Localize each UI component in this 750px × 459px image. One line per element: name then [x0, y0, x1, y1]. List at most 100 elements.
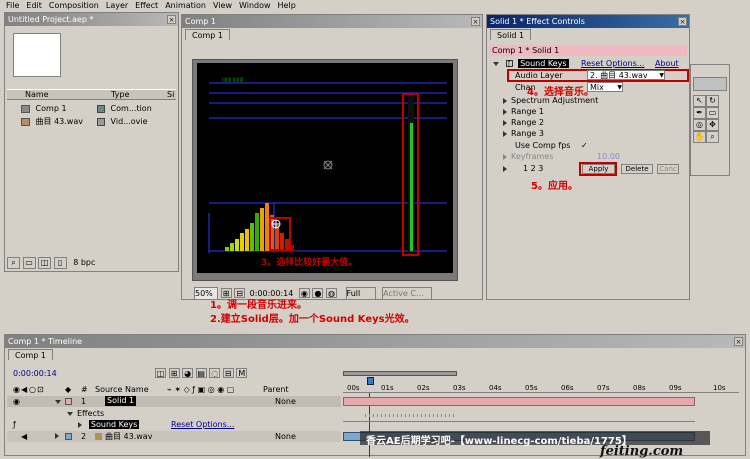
prop-range-3[interactable]: Range 3: [503, 128, 544, 139]
new-comp-icon[interactable]: ◫: [38, 257, 52, 269]
eye-icon[interactable]: ◉: [13, 384, 20, 395]
close-icon[interactable]: ×: [471, 17, 480, 26]
delete-button[interactable]: Delete: [621, 164, 653, 174]
menu-file[interactable]: File: [6, 0, 19, 11]
effect-row[interactable]: ƒ Sound Keys: [13, 419, 140, 430]
comp-mini-icon[interactable]: ◫: [155, 368, 166, 378]
expand-icon[interactable]: [503, 153, 507, 160]
col-type[interactable]: Type: [111, 90, 129, 100]
apply-button[interactable]: Apply: [582, 164, 615, 174]
menu-help[interactable]: Help: [278, 0, 296, 11]
comp-canvas[interactable]: ||||||| |||||||| 3。选择比较好最大值。: [197, 63, 453, 273]
menu-layer[interactable]: Layer: [106, 0, 128, 11]
eye-icon[interactable]: ◉: [13, 396, 20, 407]
table-row[interactable]: ◉ 1 Solid 1 None: [7, 396, 341, 407]
menu-window[interactable]: Window: [239, 0, 271, 11]
effect-reset-link[interactable]: Reset Options...: [171, 419, 234, 430]
resolution-dropdown[interactable]: Full: [345, 287, 376, 300]
rotate-tool-icon[interactable]: ↻: [706, 95, 719, 107]
effect-row-sound-keys[interactable]: ƒ Sound Keys: [493, 58, 569, 69]
work-area-bar[interactable]: [343, 371, 457, 376]
solo-icon[interactable]: ○: [29, 384, 36, 395]
layer-parent[interactable]: None: [275, 431, 296, 442]
tab-solid-1[interactable]: Solid 1: [490, 29, 532, 40]
effects-group[interactable]: Effects: [67, 408, 104, 419]
lock-icon[interactable]: ⊡: [37, 384, 44, 395]
prop-spectrum-adjustment[interactable]: Spectrum Adjustment: [503, 95, 598, 106]
table-row[interactable]: ◀ 2 曲目 43.wav None: [7, 431, 341, 442]
list-item[interactable]: Comp 1: [21, 103, 67, 114]
orbit-tool-icon[interactable]: ◎: [693, 119, 706, 131]
cancel-button[interactable]: Canc: [657, 164, 679, 174]
pan-tool-icon[interactable]: ✥: [706, 119, 719, 131]
expand-icon[interactable]: [67, 411, 73, 416]
col-num[interactable]: #: [81, 384, 88, 395]
bpc-label[interactable]: 8 bpc: [73, 258, 95, 267]
col-size[interactable]: Si: [167, 90, 174, 100]
expand-icon[interactable]: [503, 97, 507, 104]
close-icon[interactable]: ×: [734, 337, 743, 346]
mask-tool-icon[interactable]: ▭: [706, 107, 719, 119]
expand-icon[interactable]: [503, 108, 507, 115]
col-source[interactable]: Source Name: [95, 384, 149, 395]
time-ruler[interactable]: 00s 01s 02s 03s 04s 05s 06s 07s 08s 09s …: [343, 371, 739, 393]
menu-effect[interactable]: Effect: [135, 0, 158, 11]
about-link[interactable]: About: [655, 58, 679, 69]
fx-icon[interactable]: ƒ: [505, 60, 513, 67]
label-icon[interactable]: ◆: [65, 384, 71, 395]
list-item[interactable]: 曲目 43.wav: [21, 116, 83, 127]
label-color[interactable]: [65, 398, 72, 405]
project-titlebar[interactable]: Untitled Project.aep * ×: [5, 13, 178, 26]
hand-tool-icon[interactable]: ✋: [693, 131, 706, 143]
show-snapshot-icon[interactable]: ●: [312, 288, 324, 298]
effect-controls-titlebar[interactable]: Solid 1 * Effect Controls ×: [487, 15, 689, 28]
range-checkboxes[interactable]: 1 2 3: [503, 163, 543, 174]
draft-3d-icon[interactable]: ⊞: [168, 368, 180, 378]
timeline-titlebar[interactable]: Comp 1 * Timeline ×: [5, 335, 745, 348]
use-comp-fps-checkbox[interactable]: ✓: [581, 140, 588, 151]
pen-tool-icon[interactable]: ✒: [693, 107, 706, 119]
prop-range-2[interactable]: Range 2: [503, 117, 544, 128]
close-icon[interactable]: ×: [678, 17, 687, 26]
keyframes-value[interactable]: 10.00: [597, 151, 620, 162]
audio-layer-dropdown[interactable]: 2. 曲目 43.wav ▼: [587, 70, 665, 80]
col-name[interactable]: Name: [25, 90, 49, 100]
expand-icon[interactable]: [55, 400, 61, 404]
motion-blur-icon[interactable]: ◌: [209, 368, 221, 378]
expand-icon[interactable]: [503, 165, 507, 172]
audio-icon[interactable]: ◀: [21, 431, 27, 442]
comp-titlebar[interactable]: Comp 1 ×: [182, 15, 482, 28]
audio-icon[interactable]: ◀: [21, 384, 27, 395]
layer-parent[interactable]: None: [275, 396, 296, 407]
shy-icon[interactable]: ◕: [182, 368, 194, 378]
reset-options-link[interactable]: Reset Options...: [581, 58, 644, 69]
selection-tool-icon[interactable]: ↖: [693, 95, 706, 107]
zoom-tool-icon[interactable]: ⌕: [706, 131, 719, 143]
find-icon[interactable]: ⌕: [7, 257, 20, 269]
menu-animation[interactable]: Animation: [165, 0, 206, 11]
menu-view[interactable]: View: [213, 0, 232, 11]
expand-icon[interactable]: [493, 61, 499, 66]
tab-comp-1[interactable]: Comp 1: [185, 29, 230, 40]
prop-range-1[interactable]: Range 1: [503, 106, 544, 117]
camera-dropdown[interactable]: Active C...: [382, 287, 433, 300]
close-icon[interactable]: ×: [167, 15, 176, 24]
trash-icon[interactable]: ▯: [53, 257, 67, 269]
layer-bar[interactable]: [343, 397, 695, 406]
switches-icon[interactable]: ⌁ ✶ ◇ ƒ ▣ ◎ ◉ ▢: [167, 384, 234, 395]
label-color[interactable]: [65, 433, 72, 440]
expand-icon[interactable]: [55, 433, 59, 439]
channel-icon[interactable]: ◍: [326, 288, 337, 298]
menu-edit[interactable]: Edit: [26, 0, 42, 11]
markers-icon[interactable]: M: [236, 368, 248, 378]
tab-comp-1[interactable]: Comp 1: [8, 349, 53, 360]
expand-icon[interactable]: [503, 130, 507, 137]
graph-icon[interactable]: ⊟: [222, 368, 234, 378]
expand-icon[interactable]: [78, 421, 83, 428]
expand-icon[interactable]: [503, 119, 507, 126]
frame-blend-icon[interactable]: ▤: [195, 368, 207, 378]
playhead-marker[interactable]: [367, 377, 374, 385]
col-parent[interactable]: Parent: [263, 384, 289, 395]
fx-icon[interactable]: ƒ: [13, 420, 16, 429]
timeline-timecode[interactable]: 0:00:00:14: [13, 368, 57, 379]
